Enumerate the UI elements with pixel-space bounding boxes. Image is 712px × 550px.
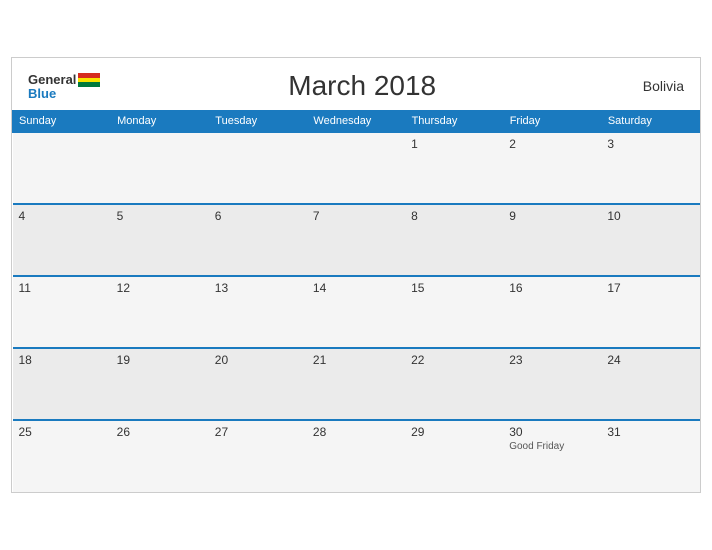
calendar-day-cell: 30 Good Friday	[503, 420, 601, 492]
calendar-day-cell: 24	[601, 348, 699, 420]
day-number: 28	[313, 425, 399, 439]
day-number: 29	[411, 425, 497, 439]
day-number: 26	[117, 425, 203, 439]
day-number: 7	[313, 209, 399, 223]
calendar-day-cell: 28	[307, 420, 405, 492]
day-number: 6	[215, 209, 301, 223]
header-sunday: Sunday	[13, 111, 111, 133]
calendar-day-cell: 6	[209, 204, 307, 276]
calendar-day-cell: 31	[601, 420, 699, 492]
calendar-day-cell: 7	[307, 204, 405, 276]
day-number: 31	[607, 425, 693, 439]
header-wednesday: Wednesday	[307, 111, 405, 133]
day-number: 1	[411, 137, 497, 151]
day-number: 4	[19, 209, 105, 223]
day-number: 3	[607, 137, 693, 151]
day-number: 25	[19, 425, 105, 439]
day-number: 22	[411, 353, 497, 367]
calendar-day-cell	[209, 132, 307, 204]
country-name: Bolivia	[624, 78, 684, 94]
calendar-day-cell	[111, 132, 209, 204]
calendar: General Blue March 2018 Bolivia Sunday M…	[11, 57, 701, 493]
day-number: 16	[509, 281, 595, 295]
header-thursday: Thursday	[405, 111, 503, 133]
logo-blue-text: Blue	[28, 87, 100, 100]
day-number: 30	[509, 425, 595, 439]
calendar-day-cell: 27	[209, 420, 307, 492]
header-friday: Friday	[503, 111, 601, 133]
calendar-week-row: 123	[13, 132, 700, 204]
calendar-header: General Blue March 2018 Bolivia	[12, 58, 700, 110]
calendar-day-cell: 13	[209, 276, 307, 348]
calendar-grid: Sunday Monday Tuesday Wednesday Thursday…	[12, 110, 700, 492]
calendar-day-cell: 21	[307, 348, 405, 420]
header-monday: Monday	[111, 111, 209, 133]
calendar-day-cell: 5	[111, 204, 209, 276]
day-number: 14	[313, 281, 399, 295]
month-title: March 2018	[100, 70, 624, 102]
calendar-day-cell: 12	[111, 276, 209, 348]
header-saturday: Saturday	[601, 111, 699, 133]
logo-general-text: General	[28, 73, 76, 86]
calendar-day-cell: 15	[405, 276, 503, 348]
calendar-day-cell: 9	[503, 204, 601, 276]
calendar-day-cell: 19	[111, 348, 209, 420]
header-tuesday: Tuesday	[209, 111, 307, 133]
day-number: 20	[215, 353, 301, 367]
calendar-day-cell: 25	[13, 420, 111, 492]
calendar-day-cell: 22	[405, 348, 503, 420]
calendar-week-row: 11 12 13 14 15 16 17	[13, 276, 700, 348]
calendar-day-cell: 29	[405, 420, 503, 492]
day-number: 9	[509, 209, 595, 223]
day-number: 19	[117, 353, 203, 367]
weekday-header-row: Sunday Monday Tuesday Wednesday Thursday…	[13, 111, 700, 133]
calendar-day-cell: 2	[503, 132, 601, 204]
logo-flag-icon	[78, 73, 100, 87]
calendar-day-cell	[13, 132, 111, 204]
calendar-day-cell: 26	[111, 420, 209, 492]
calendar-day-cell: 20	[209, 348, 307, 420]
holiday-label: Good Friday	[509, 441, 595, 452]
calendar-week-row: 18 19 20 21 22 23 24	[13, 348, 700, 420]
calendar-day-cell: 3	[601, 132, 699, 204]
calendar-day-cell: 14	[307, 276, 405, 348]
calendar-day-cell: 1	[405, 132, 503, 204]
day-number: 23	[509, 353, 595, 367]
day-number: 11	[19, 281, 105, 295]
day-number: 24	[607, 353, 693, 367]
logo: General Blue	[28, 73, 100, 100]
calendar-day-cell: 17	[601, 276, 699, 348]
day-number: 27	[215, 425, 301, 439]
calendar-day-cell: 8	[405, 204, 503, 276]
day-number: 2	[509, 137, 595, 151]
day-number: 8	[411, 209, 497, 223]
calendar-day-cell: 18	[13, 348, 111, 420]
calendar-day-cell: 11	[13, 276, 111, 348]
calendar-week-row: 25 26 27 28 29 30 Good Friday 31	[13, 420, 700, 492]
calendar-day-cell: 23	[503, 348, 601, 420]
day-number: 10	[607, 209, 693, 223]
day-number: 21	[313, 353, 399, 367]
day-number: 17	[607, 281, 693, 295]
day-number: 15	[411, 281, 497, 295]
day-number: 5	[117, 209, 203, 223]
day-number: 13	[215, 281, 301, 295]
calendar-week-row: 456789 10	[13, 204, 700, 276]
day-number: 12	[117, 281, 203, 295]
calendar-day-cell	[307, 132, 405, 204]
day-number: 18	[19, 353, 105, 367]
calendar-day-cell: 16	[503, 276, 601, 348]
calendar-day-cell: 4	[13, 204, 111, 276]
calendar-day-cell: 10	[601, 204, 699, 276]
